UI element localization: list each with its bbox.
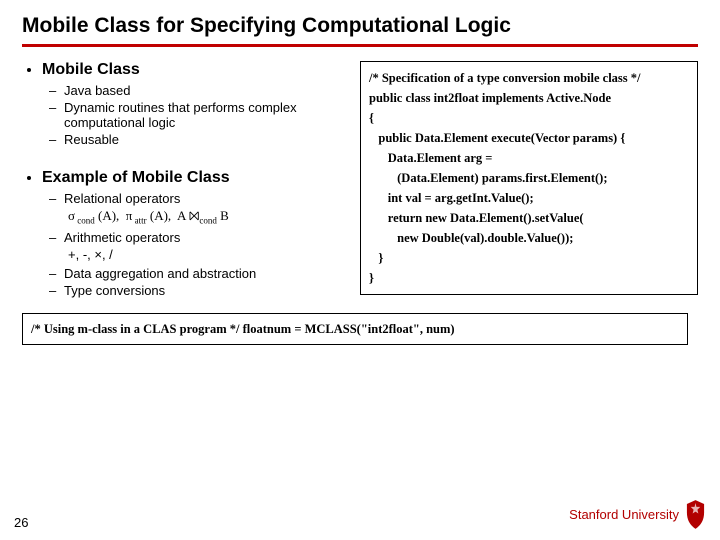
section-2-label: Example of Mobile Class — [42, 169, 230, 186]
code-box-spec: /* Specification of a type conversion mo… — [360, 61, 698, 295]
s1-item-1: Java based — [64, 83, 342, 98]
page-number: 26 — [14, 515, 28, 530]
section-1-label: Mobile Class — [42, 61, 140, 78]
code-line-3: public Data.Element execute(Vector param… — [369, 131, 625, 145]
arithmetic-ops-expr: +, -, ×, / — [42, 247, 342, 262]
section-heading-2: Example of Mobile Class Relational opera… — [42, 169, 342, 298]
stanford-logo-icon — [685, 499, 706, 530]
code-comment-1: /* Specification of a type conversion mo… — [369, 71, 641, 85]
section-heading-1: Mobile Class Java based Dynamic routines… — [42, 61, 342, 147]
s1-item-3: Reusable — [64, 132, 342, 147]
content-columns: Mobile Class Java based Dynamic routines… — [22, 61, 698, 307]
code-line-2: { — [369, 111, 374, 125]
right-column: /* Specification of a type conversion mo… — [360, 61, 698, 307]
s2-item-1: Relational operators — [64, 191, 342, 206]
s2-item-4: Type conversions — [64, 283, 342, 298]
code-line-8: new Double(val).double.Value()); — [369, 231, 573, 245]
code-line-5: (Data.Element) params.first.Element(); — [369, 171, 607, 185]
code-line-1: public class int2float implements Active… — [369, 91, 611, 105]
slide-title: Mobile Class for Specifying Computationa… — [22, 14, 698, 38]
s2-item-2: Arithmetic operators — [64, 230, 342, 245]
code-box-usage: /* Using m-class in a CLAS program */ fl… — [22, 313, 688, 345]
footer: 26 Stanford University — [0, 499, 720, 530]
code-line-6: int val = arg.getInt.Value(); — [369, 191, 534, 205]
relational-ops-expr: σ cond (A), π attr (A), A ⨝cond B — [42, 208, 342, 226]
s2-item-3: Data aggregation and abstraction — [64, 266, 342, 281]
usage-line: floatnum = MCLASS("int2float", num) — [243, 322, 455, 336]
s1-item-2: Dynamic routines that performs complex c… — [64, 100, 342, 130]
usage-comment: /* Using m-class in a CLAS program */ — [31, 322, 239, 336]
title-underline — [22, 44, 698, 47]
code-line-4: Data.Element arg = — [369, 151, 492, 165]
university-label: Stanford University — [569, 507, 679, 522]
code-line-10: } — [369, 271, 374, 285]
code-line-7: return new Data.Element().setValue( — [369, 211, 584, 225]
code-line-9: } — [369, 251, 383, 265]
left-column: Mobile Class Java based Dynamic routines… — [22, 61, 342, 302]
